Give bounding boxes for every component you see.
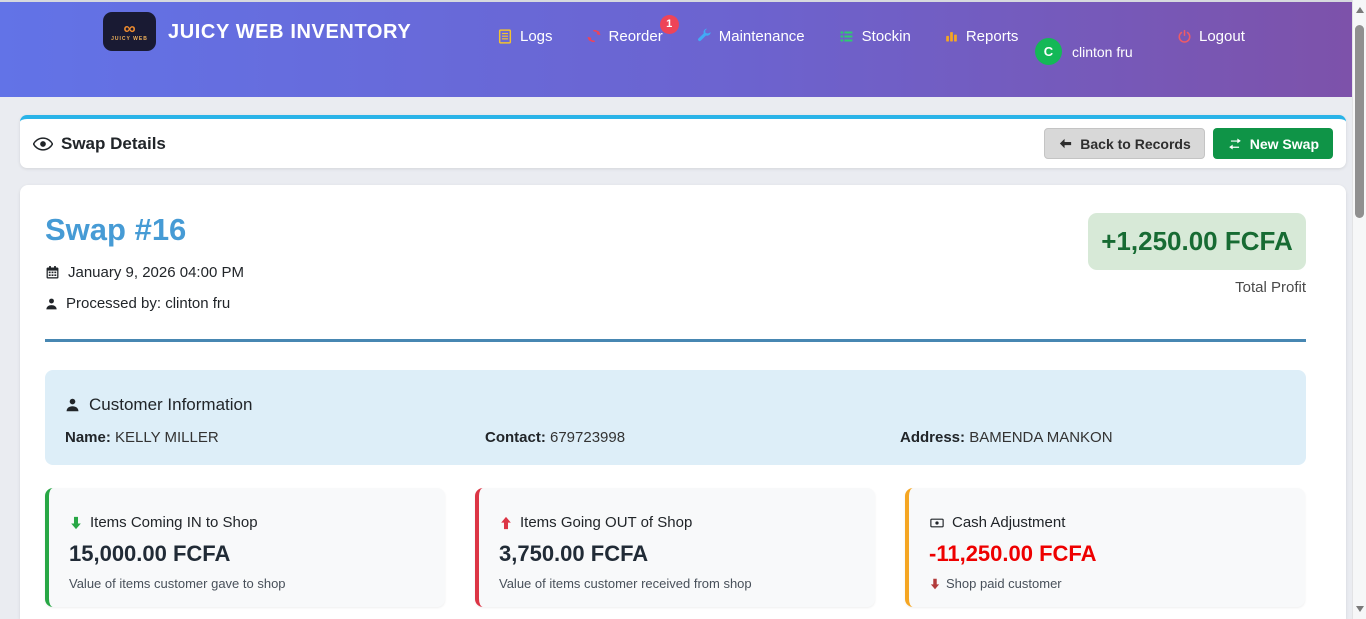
summary-card-items-out: Items Going OUT of Shop 3,750.00 FCFA Va… <box>475 488 875 607</box>
scrollbar-down-arrow[interactable] <box>1353 602 1366 616</box>
user-menu[interactable]: C clinton fru <box>1035 38 1133 65</box>
vertical-scrollbar[interactable] <box>1352 0 1366 619</box>
card-caption-row: Value of items customer gave to shop <box>69 576 429 591</box>
card-caption: Value of items customer gave to shop <box>69 576 286 591</box>
sync-icon <box>586 28 602 44</box>
field-label: Name: <box>65 429 111 446</box>
reorder-notification-badge: 1 <box>660 15 679 34</box>
card-title: Items Coming IN to Shop <box>90 514 258 531</box>
nav-label: Logs <box>520 28 553 45</box>
nav-item-maintenance[interactable]: Maintenance <box>696 28 805 45</box>
summary-card-cash-adjustment: Cash Adjustment -11,250.00 FCFA Shop pai… <box>905 488 1305 607</box>
back-button-label: Back to Records <box>1080 136 1190 152</box>
nav-item-logs[interactable]: Logs <box>497 28 553 45</box>
card-caption: Value of items customer received from sh… <box>499 576 752 591</box>
nav-label: Reorder <box>609 28 663 45</box>
new-swap-button[interactable]: New Swap <box>1213 128 1333 159</box>
arrow-down-icon <box>69 516 83 530</box>
total-profit-badge: +1,250.00 FCFA <box>1088 213 1306 270</box>
logo-infinity-icon: ∞ <box>123 22 135 36</box>
eye-icon <box>33 137 53 151</box>
field-label: Address: <box>900 429 965 446</box>
swap-arrows-icon <box>1227 137 1243 151</box>
user-name: clinton fru <box>1072 44 1133 60</box>
field-label: Contact: <box>485 429 546 446</box>
arrow-up-icon <box>499 516 513 530</box>
total-profit-label: Total Profit <box>1088 279 1306 296</box>
swap-detail-card: Swap #16 January 9, 2026 04:00 PM Proces… <box>20 185 1346 619</box>
customer-field-name: Name: KELLY MILLER <box>65 429 219 446</box>
back-to-records-button[interactable]: Back to Records <box>1044 128 1204 159</box>
swap-datetime: January 9, 2026 04:00 PM <box>68 264 244 281</box>
nav-label: Maintenance <box>719 28 805 45</box>
logout-button[interactable]: Logout <box>1177 28 1245 45</box>
nav-item-reorder[interactable]: Reorder 1 <box>586 28 663 45</box>
arrow-down-small-icon <box>929 578 941 590</box>
scrollbar-thumb[interactable] <box>1355 25 1364 218</box>
app-logo[interactable]: ∞ JUICY WEB <box>103 12 156 51</box>
list-icon <box>838 29 855 44</box>
customer-field-contact: Contact: 679723998 <box>485 429 625 446</box>
processed-by-row: Processed by: clinton fru <box>45 295 1306 312</box>
customer-info-panel: Customer Information Name: KELLY MILLER … <box>45 370 1306 465</box>
customer-info-title-row: Customer Information <box>65 395 1306 415</box>
customer-icon <box>65 397 80 413</box>
wrench-icon <box>696 28 712 44</box>
nav-item-stockin[interactable]: Stockin <box>838 28 911 45</box>
power-icon <box>1177 29 1192 44</box>
section-divider <box>45 339 1306 342</box>
page-title-wrap: Swap Details <box>33 134 166 154</box>
swap-details-toolbar: Swap Details Back to Records New Swap <box>20 115 1346 168</box>
card-title: Items Going OUT of Shop <box>520 514 692 531</box>
brand-title: JUICY WEB INVENTORY <box>168 21 411 44</box>
customer-info-title: Customer Information <box>89 395 252 415</box>
logs-icon <box>497 28 513 45</box>
nav-label: Reports <box>966 28 1019 45</box>
bar-chart-icon <box>944 29 959 44</box>
field-value: BAMENDA MANKON <box>969 429 1112 446</box>
avatar: C <box>1035 38 1062 65</box>
total-profit-wrap: +1,250.00 FCFA Total Profit <box>1088 213 1306 296</box>
processed-by: Processed by: clinton fru <box>66 295 230 312</box>
arrow-left-icon <box>1058 136 1073 151</box>
summary-card-items-in: Items Coming IN to Shop 15,000.00 FCFA V… <box>45 488 445 607</box>
calendar-icon <box>45 265 60 280</box>
main-nav: Logs Reorder 1 Maintenance Stockin Rep <box>497 2 1018 70</box>
swap-head: Swap #16 January 9, 2026 04:00 PM Proces… <box>20 185 1346 312</box>
summary-cards-row: Items Coming IN to Shop 15,000.00 FCFA V… <box>45 488 1306 607</box>
nav-label: Stockin <box>862 28 911 45</box>
field-value: 679723998 <box>550 429 625 446</box>
cash-icon <box>929 516 945 530</box>
card-caption-row: Value of items customer received from sh… <box>499 576 859 591</box>
card-caption: Shop paid customer <box>946 576 1062 591</box>
card-title-row: Items Coming IN to Shop <box>69 514 429 531</box>
card-caption-row: Shop paid customer <box>929 576 1289 591</box>
logout-label: Logout <box>1199 28 1245 45</box>
nav-item-reports[interactable]: Reports <box>944 28 1019 45</box>
card-amount: 3,750.00 FCFA <box>499 541 859 567</box>
scrollbar-up-arrow[interactable] <box>1353 3 1366 17</box>
user-icon <box>45 297 58 311</box>
card-title-row: Cash Adjustment <box>929 514 1289 531</box>
customer-field-address: Address: BAMENDA MANKON <box>900 429 1113 446</box>
page-title: Swap Details <box>61 134 166 154</box>
card-amount: 15,000.00 FCFA <box>69 541 429 567</box>
card-amount: -11,250.00 FCFA <box>929 541 1289 567</box>
app-header: ∞ JUICY WEB JUICY WEB INVENTORY Logs Reo… <box>0 2 1352 97</box>
card-title-row: Items Going OUT of Shop <box>499 514 859 531</box>
card-title: Cash Adjustment <box>952 514 1065 531</box>
logo-text: JUICY WEB <box>111 36 148 42</box>
field-value: KELLY MILLER <box>115 429 219 446</box>
new-swap-button-label: New Swap <box>1250 136 1319 152</box>
